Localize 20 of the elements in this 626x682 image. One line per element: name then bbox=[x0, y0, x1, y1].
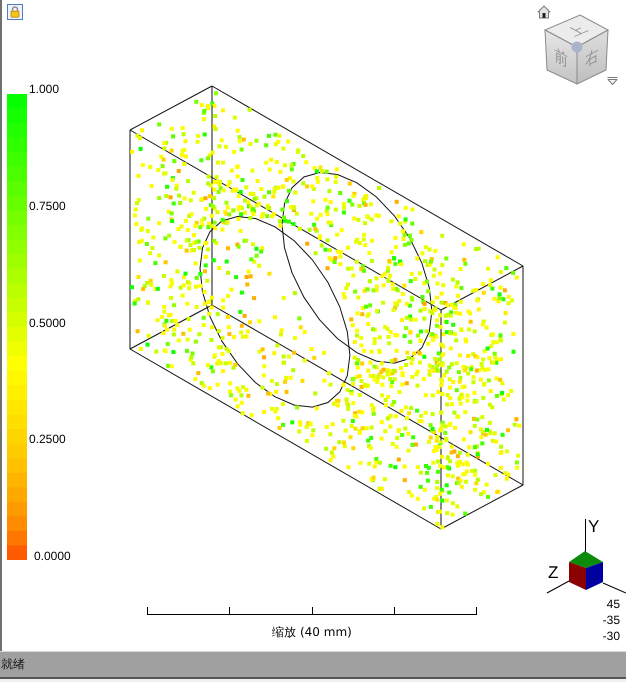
coordinate-readout: -30 bbox=[602, 628, 620, 644]
scale-tick-label: 1.000 bbox=[29, 83, 60, 95]
corner-dot-icon[interactable] bbox=[572, 42, 582, 52]
y-axis-line bbox=[585, 518, 586, 552]
coordinate-readout: 45 bbox=[606, 596, 620, 612]
z-axis-line bbox=[546, 580, 570, 594]
lock-icon[interactable] bbox=[7, 4, 23, 20]
axis-label: Z bbox=[548, 563, 558, 582]
axis-label: Y bbox=[588, 517, 600, 536]
status-text: 就绪 bbox=[1, 656, 25, 673]
scale-tick-label: 0.7500 bbox=[29, 200, 66, 212]
x-axis-line bbox=[602, 582, 626, 594]
scale-tick-label: 0.5000 bbox=[29, 316, 66, 328]
axis-cube-icon bbox=[569, 551, 603, 590]
coordinate-readout: -35 bbox=[602, 612, 620, 628]
scale-tick-label: 0.2500 bbox=[29, 433, 66, 446]
home-icon[interactable] bbox=[537, 5, 551, 19]
scale-tick-label: 0.0000 bbox=[34, 550, 71, 562]
caret-icon[interactable] bbox=[607, 77, 618, 85]
scale-label: 缩放 (40 mm) bbox=[272, 625, 352, 639]
